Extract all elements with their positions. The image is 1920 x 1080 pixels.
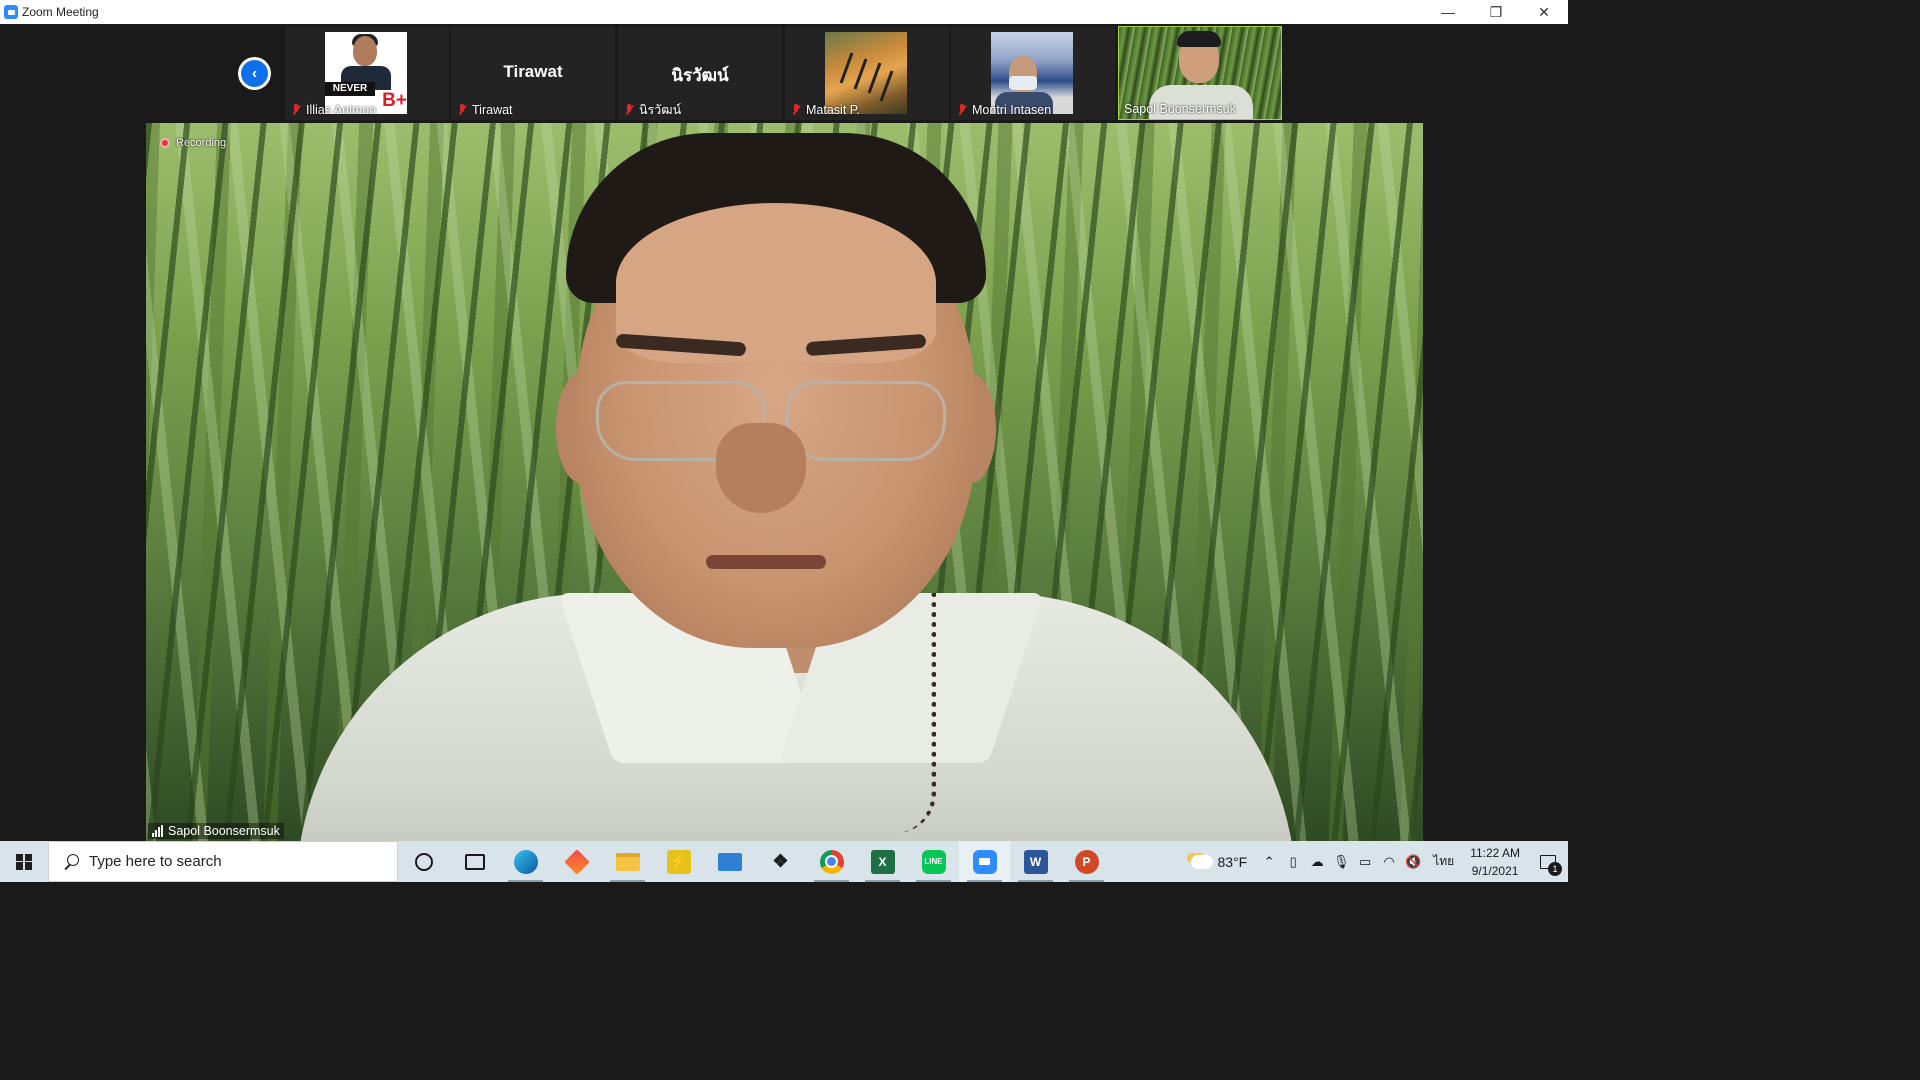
- notification-count: 1: [1548, 862, 1562, 876]
- windows-logo-icon: [16, 853, 32, 870]
- powerpoint-icon: P: [1074, 849, 1099, 874]
- excel-icon: X: [870, 849, 895, 874]
- task-view-button[interactable]: [449, 841, 500, 882]
- participant-label: นิรวัฒน์: [623, 101, 681, 118]
- line-app[interactable]: LINE: [908, 841, 959, 882]
- weather-temperature: 83°F: [1217, 853, 1248, 870]
- recording-indicator[interactable]: Recording: [160, 137, 226, 149]
- search-input[interactable]: [89, 853, 369, 870]
- dropbox-icon: ❖: [772, 851, 789, 871]
- window-controls: — ❐ ✕: [1424, 0, 1568, 24]
- avatar-caption: NEVER: [325, 82, 375, 96]
- speaker-video-feed: [146, 123, 1423, 841]
- speaker-muted-icon[interactable]: 🔇: [1401, 841, 1425, 882]
- pinned-apps: ⚡ ❖ X LINE W P: [398, 841, 1112, 882]
- chevron-left-icon: ‹: [241, 60, 268, 87]
- device-icon[interactable]: ▯: [1281, 841, 1305, 882]
- clock[interactable]: 11:22 AM 9/1/2021: [1470, 844, 1520, 880]
- bolt-icon: ⚡: [666, 849, 691, 874]
- action-center-button[interactable]: 1: [1528, 841, 1568, 882]
- system-tray: 83°F ⌃ ▯ ☁ 🎙 ▭ ◠ 🔇 ไทย 11:22 AM 9/1/2021…: [1191, 841, 1568, 882]
- speaker-name: Sapol Boonsermsuk: [168, 824, 280, 838]
- participant-name: Montri Intasen: [972, 102, 1052, 117]
- wifi-icon[interactable]: ◠: [1377, 841, 1401, 882]
- windows-taskbar: ⚡ ❖ X LINE W P 83°F ⌃ ▯ ☁ 🎙 ▭ ◠ 🔇 ไทย 11…: [0, 841, 1568, 882]
- minimize-button[interactable]: —: [1424, 0, 1472, 24]
- muted-mic-icon: [956, 103, 968, 117]
- clock-date: 9/1/2021: [1471, 863, 1519, 878]
- muted-mic-icon: [623, 103, 635, 117]
- cloud-sync-icon[interactable]: ☁: [1305, 841, 1329, 882]
- clock-time: 11:22 AM: [1470, 845, 1520, 860]
- zoom-icon: [972, 849, 997, 874]
- avatar-badge: B+: [382, 90, 407, 111]
- previous-page-button[interactable]: ‹: [238, 57, 271, 90]
- microphone-icon[interactable]: 🎙: [1329, 841, 1353, 882]
- diamond-app-icon: [563, 848, 590, 875]
- muted-mic-icon: [456, 103, 468, 117]
- participant-name: Sapol Boonsermsuk: [1124, 101, 1236, 116]
- edge-icon: [513, 849, 538, 874]
- active-speaker-video[interactable]: Recording Sapol Boonsermsuk: [146, 123, 1423, 841]
- speaker-name-label: Sapol Boonsermsuk: [148, 823, 284, 839]
- participant-name: นิรวัฒน์: [639, 102, 682, 117]
- cortana-button[interactable]: [398, 841, 449, 882]
- excel-app[interactable]: X: [857, 841, 908, 882]
- participant-label: Montri Intasen: [956, 101, 1051, 118]
- participant-name: Matasit P.: [806, 102, 860, 117]
- window-title: Zoom Meeting: [22, 5, 99, 19]
- participant-display-name: นิรวัฒน์: [671, 66, 729, 85]
- input-language[interactable]: ไทย: [1433, 852, 1454, 871]
- line-icon: LINE: [921, 849, 946, 874]
- restore-button[interactable]: ❐: [1472, 0, 1520, 24]
- participant-tile[interactable]: นิรวัฒน์ นิรวัฒน์: [618, 26, 782, 120]
- task-view-icon: [464, 853, 485, 870]
- file-explorer-app[interactable]: [602, 841, 653, 882]
- participant-label: Tirawat: [456, 101, 513, 118]
- taskbar-search[interactable]: [48, 841, 398, 882]
- mail-app[interactable]: [704, 841, 755, 882]
- participant-tile[interactable]: NEVER B+ Illias Animon: [285, 26, 449, 120]
- mail-icon: [717, 852, 742, 871]
- zoom-app-icon: [4, 5, 18, 19]
- search-icon: [63, 853, 79, 870]
- battery-icon[interactable]: ▭: [1353, 841, 1377, 882]
- edge-app[interactable]: [500, 841, 551, 882]
- muted-mic-icon: [290, 103, 302, 117]
- participant-label: Sapol Boonsermsuk: [1124, 100, 1236, 117]
- connection-signal-icon: [152, 825, 163, 837]
- muted-mic-icon: [790, 103, 802, 117]
- zoom-window: Zoom Meeting — ❐ ✕ ‹ NEVER B+ Illias Ani…: [0, 0, 1568, 882]
- participant-label: Illias Animon: [290, 101, 376, 118]
- record-icon: [160, 138, 170, 148]
- cortana-icon: [414, 852, 433, 871]
- zoom-app[interactable]: [959, 841, 1010, 882]
- weather-widget[interactable]: 83°F: [1191, 854, 1247, 870]
- show-hidden-icons-chevron-up-icon[interactable]: ⌃: [1257, 841, 1281, 882]
- participant-tile[interactable]: Montri Intasen: [951, 26, 1115, 120]
- folder-icon: [615, 852, 640, 871]
- weather-cloud-icon: [1191, 854, 1214, 869]
- participant-name: Tirawat: [472, 102, 513, 117]
- start-button[interactable]: [0, 841, 48, 882]
- powerpoint-app[interactable]: P: [1061, 841, 1112, 882]
- recording-label: Recording: [176, 137, 227, 149]
- participant-tile[interactable]: Tirawat Tirawat: [451, 26, 615, 120]
- chrome-app[interactable]: [806, 841, 857, 882]
- participant-tile-active-speaker[interactable]: Sapol Boonsermsuk: [1118, 26, 1282, 120]
- chrome-icon: [819, 849, 844, 874]
- word-app[interactable]: W: [1010, 841, 1061, 882]
- title-bar: Zoom Meeting — ❐ ✕: [0, 0, 1568, 24]
- bolt-app[interactable]: ⚡: [653, 841, 704, 882]
- dropbox-app[interactable]: ❖: [755, 841, 806, 882]
- participant-display-name: Tirawat: [503, 62, 563, 81]
- close-button[interactable]: ✕: [1520, 0, 1568, 24]
- participant-tile[interactable]: Matasit P.: [785, 26, 949, 120]
- participant-name: Illias Animon: [306, 102, 377, 117]
- participant-label: Matasit P.: [790, 101, 860, 118]
- word-icon: W: [1023, 849, 1048, 874]
- participant-strip: ‹ NEVER B+ Illias Animon Tirawat Tirawat…: [0, 24, 1568, 122]
- diamond-app[interactable]: [551, 841, 602, 882]
